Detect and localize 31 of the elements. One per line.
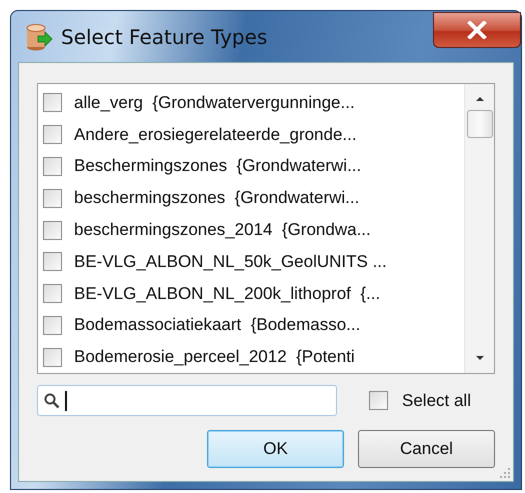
checkbox[interactable] xyxy=(43,316,62,335)
checkbox[interactable] xyxy=(43,252,62,272)
feature-type-item[interactable]: alle_verg {Grondwatervergunninge... xyxy=(38,87,464,119)
cancel-button[interactable]: Cancel xyxy=(358,430,495,468)
scrollbar[interactable] xyxy=(464,84,494,373)
search-icon xyxy=(43,392,61,410)
feature-type-item[interactable]: beschermingszones {Grondwaterwi... xyxy=(38,182,464,214)
text-cursor xyxy=(65,390,67,410)
feature-type-item[interactable]: Bodemerosie_perceel_2012 {Potenti xyxy=(38,341,464,373)
search-field[interactable] xyxy=(37,385,337,416)
checkbox[interactable] xyxy=(43,284,62,304)
feature-type-item[interactable]: BE-VLG_ALBON_NL_50k_GeolUNITS ... xyxy=(38,246,464,278)
feature-type-item[interactable]: beschermingszones_2014 {Grondwa... xyxy=(38,214,464,246)
ok-button[interactable]: OK xyxy=(207,430,344,468)
feature-type-item[interactable]: Bodemassociatiekaart {Bodemasso... xyxy=(38,310,464,342)
close-icon xyxy=(466,21,488,39)
feature-type-item[interactable]: Andere_erosiegerelateerde_gronde... xyxy=(38,118,464,151)
checkbox[interactable] xyxy=(43,156,62,176)
feature-type-item[interactable]: Beschermingszones {Grondwaterwi... xyxy=(38,150,464,182)
feature-type-item[interactable]: BE-VLG_ALBON_NL_200k_lithoprof {... xyxy=(38,278,464,310)
database-arrow-icon xyxy=(25,22,53,52)
checkbox[interactable] xyxy=(43,125,62,144)
checkbox[interactable] xyxy=(43,93,62,112)
window-title: Select Feature Types xyxy=(61,24,268,48)
resize-grip-icon[interactable] xyxy=(499,467,511,479)
scroll-thumb[interactable] xyxy=(466,110,492,138)
checkbox[interactable] xyxy=(43,348,62,367)
checkbox[interactable] xyxy=(43,220,62,240)
checkbox[interactable] xyxy=(43,188,62,208)
select-all-checkbox[interactable]: Select all xyxy=(369,390,471,410)
close-button[interactable] xyxy=(433,12,521,48)
